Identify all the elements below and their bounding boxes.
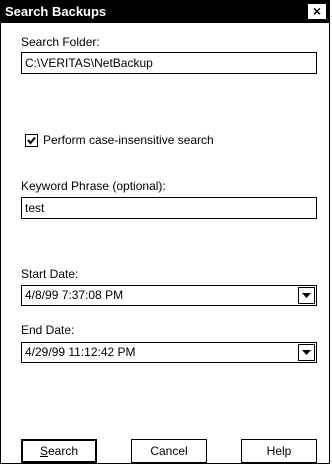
search-button[interactable]: Search: [21, 439, 97, 463]
end-date-label: End Date:: [21, 323, 75, 337]
start-date-value: 4/8/99 7:37:08 PM: [25, 288, 124, 302]
search-folder-input[interactable]: C:\VERITAS\NetBackup: [21, 52, 317, 74]
case-insensitive-checkbox[interactable]: [25, 134, 38, 147]
keyword-input[interactable]: test: [21, 197, 317, 219]
window-title: Search Backups: [5, 4, 107, 19]
end-date-dropdown-button[interactable]: [298, 344, 315, 361]
cancel-button[interactable]: Cancel: [131, 439, 207, 463]
help-button[interactable]: Help: [241, 439, 317, 463]
chevron-down-icon: [302, 293, 311, 298]
case-insensitive-label: Perform case-insensitive search: [43, 133, 214, 147]
start-date-label: Start Date:: [21, 267, 79, 281]
end-date-value: 4/29/99 11:12:42 PM: [25, 345, 136, 359]
checkmark-icon: [27, 136, 36, 145]
chevron-down-icon: [302, 350, 311, 355]
search-button-mnemonic: S: [39, 444, 48, 458]
search-button-label: earch: [47, 444, 79, 458]
keyword-label: Keyword Phrase (optional):: [21, 179, 166, 193]
title-bar[interactable]: Search Backups ×: [1, 1, 329, 23]
end-date-combo[interactable]: 4/29/99 11:12:42 PM: [21, 342, 317, 363]
close-button[interactable]: ×: [307, 3, 327, 20]
start-date-dropdown-button[interactable]: [298, 287, 315, 304]
search-folder-label: Search Folder:: [21, 35, 100, 49]
search-backups-dialog: Search Backups × Search Folder: C:\VERIT…: [0, 0, 330, 464]
close-icon: ×: [312, 3, 322, 19]
start-date-combo[interactable]: 4/8/99 7:37:08 PM: [21, 285, 317, 306]
